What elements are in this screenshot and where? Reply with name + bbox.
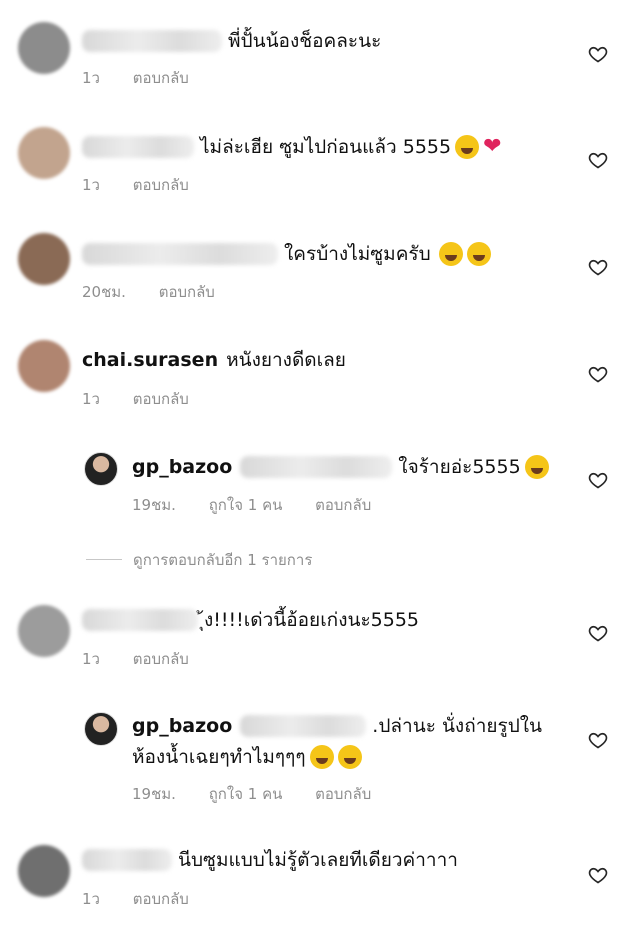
comment-line: gp_bazoo .ปล่านะ นั่งถ่ายรูปใน bbox=[132, 711, 542, 741]
reply-button[interactable]: ตอบกลับ bbox=[133, 390, 189, 408]
comment-line: พี่ปั้นน้องช็อคละนะ bbox=[82, 26, 381, 56]
avatar[interactable] bbox=[18, 22, 70, 74]
rolling-on-floor-laughing-emoji-icon bbox=[309, 745, 334, 769]
replies-divider bbox=[86, 559, 122, 560]
grinning-squinting-face-emoji-icon bbox=[455, 135, 480, 159]
blurred-mention bbox=[240, 456, 393, 478]
comment-line: นีบซูมแบบไม่รู้ตัวเลยทีเดียวค่าาาา bbox=[82, 845, 458, 875]
reply-button[interactable]: ตอบกลับ bbox=[133, 650, 189, 668]
comment-line: ไม่ล่ะเฮีย ซูมไปก่อนแล้ว 5555 ❤ bbox=[82, 132, 502, 162]
blurred-username bbox=[82, 849, 172, 871]
comment-line: ใครบ้างไม่ซูมครับ bbox=[82, 239, 491, 269]
blurred-username bbox=[82, 609, 198, 631]
comment-text: ุ้ง!!!!เด่วนี้อ้อยเก่งนะ5555 bbox=[204, 609, 420, 631]
comment-text: .ปล่านะ นั่งถ่ายรูปใน bbox=[372, 715, 543, 737]
blurred-mention bbox=[240, 715, 367, 737]
comment-text: พี่ปั้นน้องช็อคละนะ bbox=[228, 30, 382, 52]
comment-time: 1ว bbox=[82, 176, 100, 194]
avatar[interactable] bbox=[84, 712, 118, 746]
reply-button[interactable]: ตอบกลับ bbox=[133, 890, 189, 908]
reply-button[interactable]: ตอบกลับ bbox=[315, 496, 371, 514]
reply-button[interactable]: ตอบกลับ bbox=[159, 283, 215, 301]
comment-text: หนังยางดีดเลย bbox=[226, 349, 346, 371]
comment-meta: 1ว ตอบกลับ bbox=[82, 66, 217, 90]
view-more-replies-button[interactable]: ดูการตอบกลับอีก 1 รายการ bbox=[133, 548, 312, 572]
comment-time: 19ชม. bbox=[132, 496, 176, 514]
rolling-on-floor-laughing-emoji-icon bbox=[466, 242, 491, 266]
heart-icon[interactable] bbox=[588, 44, 608, 64]
avatar[interactable] bbox=[18, 845, 70, 897]
comment-time: 1ว bbox=[82, 390, 100, 408]
heart-eyes-emoji-icon bbox=[524, 455, 549, 479]
blurred-username bbox=[82, 243, 278, 265]
avatar[interactable] bbox=[18, 233, 70, 285]
comment-time: 20ชม. bbox=[82, 283, 126, 301]
reply-button[interactable]: ตอบกลับ bbox=[133, 176, 189, 194]
heart-icon[interactable] bbox=[588, 865, 608, 885]
heart-icon[interactable] bbox=[588, 364, 608, 384]
avatar[interactable] bbox=[18, 605, 70, 657]
comment-text: ไม่ล่ะเฮีย ซูมไปก่อนแล้ว 5555 bbox=[200, 136, 452, 158]
comment-meta: 19ชม. ถูกใจ 1 คน ตอบกลับ bbox=[132, 493, 399, 517]
comment-time: 19ชม. bbox=[132, 785, 176, 803]
comment-line: ุ้ง!!!!เด่วนี้อ้อยเก่งนะ5555 bbox=[82, 605, 419, 635]
comment-meta: 1ว ตอบกลับ bbox=[82, 887, 217, 911]
likes-count[interactable]: ถูกใจ 1 คน bbox=[209, 496, 283, 514]
reply-button[interactable]: ตอบกลับ bbox=[133, 69, 189, 87]
comment-username[interactable]: gp_bazoo bbox=[132, 711, 232, 741]
comment-time: 1ว bbox=[82, 69, 100, 87]
comment-text: ใครบ้างไม่ซูมครับ bbox=[284, 243, 431, 265]
comment-meta: 1ว ตอบกลับ bbox=[82, 387, 217, 411]
avatar[interactable] bbox=[18, 340, 70, 392]
grinning-squinting-face-emoji-icon bbox=[337, 745, 362, 769]
comment-time: 1ว bbox=[82, 890, 100, 908]
avatar[interactable] bbox=[84, 452, 118, 486]
heart-icon[interactable] bbox=[588, 730, 608, 750]
comment-meta: 1ว ตอบกลับ bbox=[82, 173, 217, 197]
comment-username[interactable]: chai.surasen bbox=[82, 345, 218, 375]
heart-icon[interactable] bbox=[588, 257, 608, 277]
heart-icon[interactable] bbox=[588, 470, 608, 490]
avatar[interactable] bbox=[18, 127, 70, 179]
blurred-username bbox=[82, 136, 194, 158]
comment-meta: 20ชม. ตอบกลับ bbox=[82, 280, 243, 304]
comment-meta: 1ว ตอบกลับ bbox=[82, 647, 217, 671]
comment-line: chai.surasen หนังยางดีดเลย bbox=[82, 345, 346, 375]
blurred-username bbox=[82, 30, 222, 52]
comment-text: ใจร้ายอ่ะ5555 bbox=[398, 456, 521, 478]
heart-icon[interactable] bbox=[588, 150, 608, 170]
red-heart-emoji-icon: ❤ bbox=[483, 134, 502, 159]
comment-line: gp_bazoo ใจร้ายอ่ะ5555 bbox=[132, 452, 549, 482]
comment-username[interactable]: gp_bazoo bbox=[132, 452, 232, 482]
likes-count[interactable]: ถูกใจ 1 คน bbox=[209, 785, 283, 803]
rolling-on-floor-laughing-emoji-icon bbox=[438, 242, 463, 266]
reply-button[interactable]: ตอบกลับ bbox=[315, 785, 371, 803]
comment-meta: 19ชม. ถูกใจ 1 คน ตอบกลับ bbox=[132, 782, 399, 806]
comment-time: 1ว bbox=[82, 650, 100, 668]
heart-icon[interactable] bbox=[588, 623, 608, 643]
comment-text: นีบซูมแบบไม่รู้ตัวเลยทีเดียวค่าาาา bbox=[178, 849, 458, 871]
comment-text: ห้องน้ำเฉยๆทำไมๆๆๆ bbox=[132, 746, 306, 768]
comment-line-2: ห้องน้ำเฉยๆทำไมๆๆๆ bbox=[132, 742, 362, 772]
